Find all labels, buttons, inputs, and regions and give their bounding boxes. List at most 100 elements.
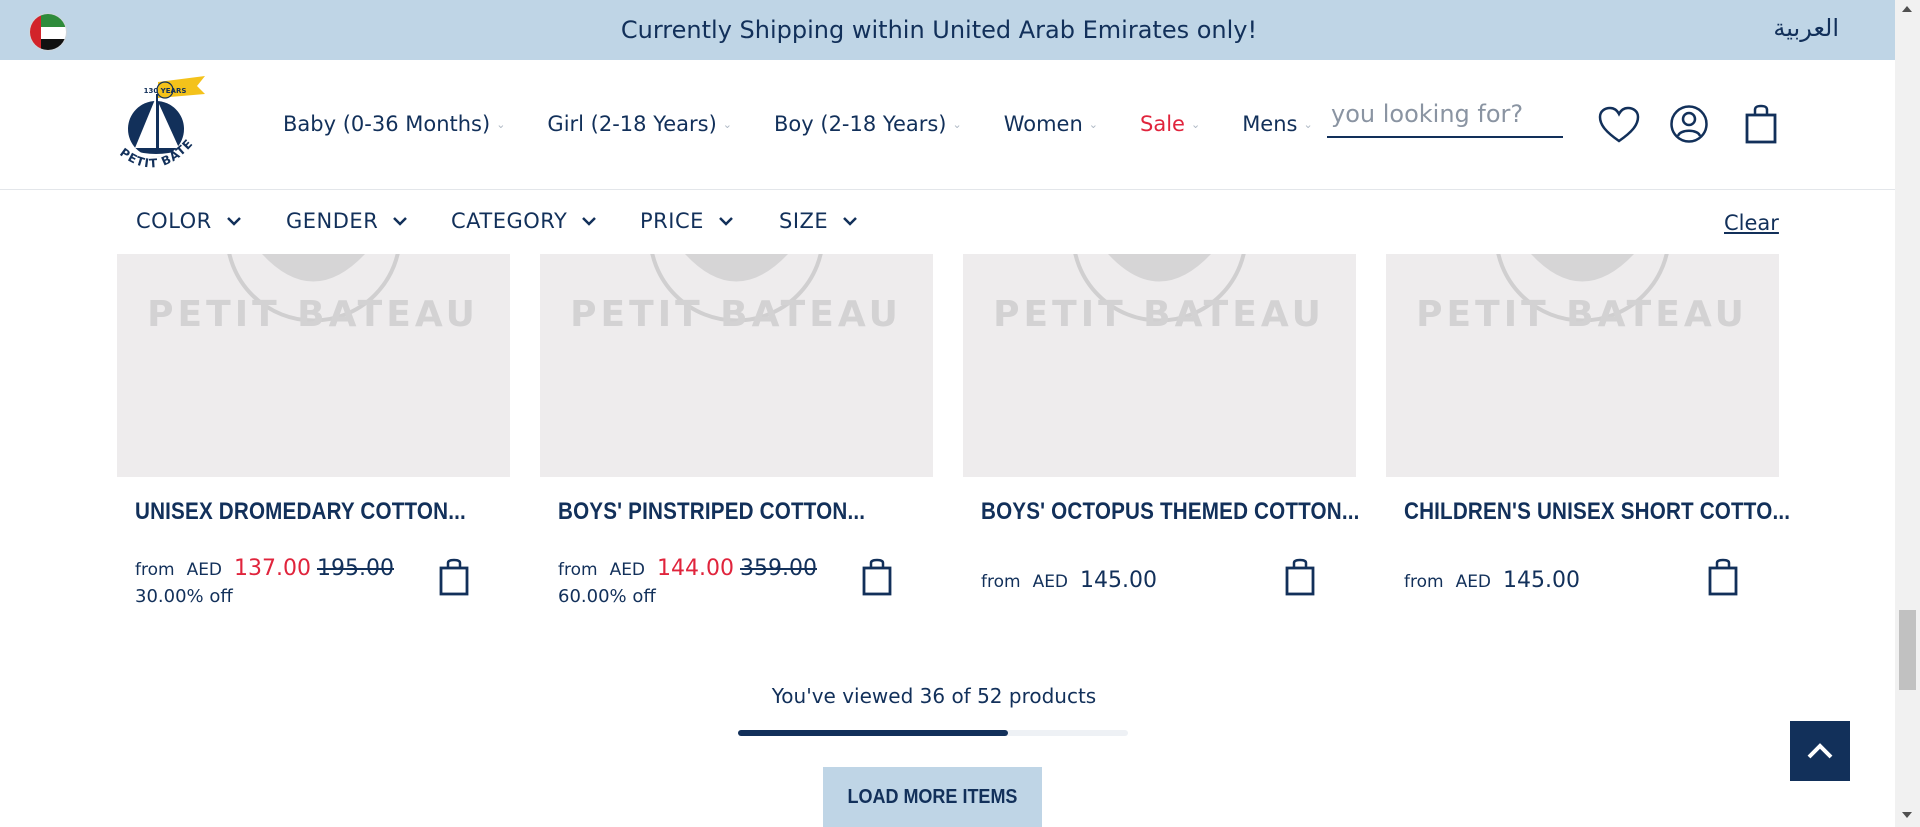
filter-label: SIZE (779, 209, 829, 233)
nav-item-women[interactable]: Women ⌄ (1004, 112, 1098, 136)
filter-size[interactable]: SIZE (779, 209, 858, 233)
product-image-placeholder[interactable]: PETIT BATEAU (1386, 254, 1779, 477)
account-icon[interactable] (1669, 104, 1709, 148)
scrollbar-thumb[interactable] (1899, 610, 1916, 690)
bag-icon (862, 558, 892, 596)
original-price: 359.00 (740, 556, 817, 581)
nav-item-label: Sale (1140, 112, 1185, 136)
product-card[interactable]: PETIT BATEAU BOYS' OCTOPUS THEMED COTTON… (963, 254, 1359, 596)
petit-bateau-watermark-icon: PETIT BATEAU (1416, 254, 1748, 335)
add-to-bag-button[interactable] (439, 558, 469, 600)
sale-price: 137.00 (234, 556, 312, 581)
regular-price: 145.00 (1503, 568, 1581, 593)
chevron-down-icon: ⌄ (1303, 117, 1313, 131)
regular-price: 145.00 (1080, 568, 1158, 593)
filter-label: COLOR (136, 209, 212, 233)
viewed-progress-bar (738, 730, 1128, 736)
viewed-count-text: You've viewed 36 of 52 products (771, 684, 1097, 708)
product-title[interactable]: BOYS' PINSTRIPED COTTON... (558, 498, 885, 526)
product-image-placeholder[interactable]: PETIT BATEAU (117, 254, 510, 477)
announcement-bar: Currently Shipping within United Arab Em… (0, 0, 1895, 60)
chevron-down-icon (582, 217, 597, 226)
svg-text:PETIT BATEAU: PETIT BATEAU (993, 294, 1325, 335)
nav-item-mens[interactable]: Mens ⌄ (1242, 112, 1313, 136)
chevron-down-icon: ⌄ (1190, 117, 1201, 131)
scroll-down-arrow-icon[interactable] (1902, 812, 1912, 818)
product-image-placeholder[interactable]: PETIT BATEAU (963, 254, 1356, 477)
nav-item-baby[interactable]: Baby (0-36 Months) ⌄ (283, 112, 505, 136)
nav-item-label: Baby (0-36 Months) (283, 112, 491, 136)
add-to-bag-button[interactable] (1285, 558, 1315, 600)
price-from-label: from (135, 560, 175, 580)
page-scrollbar[interactable] (1895, 0, 1920, 827)
product-price: from AED 145.00 (981, 568, 1157, 593)
filter-label: CATEGORY (451, 209, 568, 233)
filter-label: GENDER (286, 209, 379, 233)
svg-text:PETIT BATEAU: PETIT BATEAU (147, 294, 479, 335)
petit-bateau-watermark-icon: PETIT BATEAU (993, 254, 1325, 335)
product-card[interactable]: PETIT BATEAU UNISEX DROMEDARY COTTON... … (117, 254, 510, 607)
price-from-label: from (558, 560, 598, 580)
petit-bateau-watermark-icon: PETIT BATEAU (570, 254, 902, 335)
product-card[interactable]: PETIT BATEAU BOYS' PINSTRIPED COTTON... … (540, 254, 933, 607)
viewed-progress-fill (738, 730, 1008, 736)
scroll-up-arrow-icon[interactable] (1902, 6, 1912, 12)
load-more-button[interactable]: LOAD MORE ITEMS (823, 767, 1042, 827)
search-field (1327, 94, 1563, 138)
chevron-down-icon (226, 217, 241, 226)
svg-text:PETIT BATEAU: PETIT BATEAU (570, 294, 902, 335)
chevron-down-icon: ⌄ (722, 117, 733, 131)
petit-bateau-watermark-icon: PETIT BATEAU (147, 254, 479, 335)
nav-item-label: Women (1003, 112, 1083, 136)
heart-icon[interactable] (1598, 106, 1640, 148)
bag-icon[interactable] (1745, 104, 1777, 148)
add-to-bag-button[interactable] (1708, 558, 1738, 600)
product-card[interactable]: PETIT BATEAU CHILDREN'S UNISEX SHORT COT… (1386, 254, 1790, 596)
site-header: 130 YEARS PETIT BATEAU Baby (0-36 Months… (0, 60, 1895, 190)
bag-icon (1708, 558, 1738, 596)
petit-bateau-logo[interactable]: 130 YEARS PETIT BATEAU (108, 63, 213, 180)
filter-price[interactable]: PRICE (640, 209, 734, 233)
nav-item-boy[interactable]: Boy (2-18 Years) ⌄ (774, 112, 962, 136)
filter-gender[interactable]: GENDER (286, 209, 408, 233)
product-title[interactable]: BOYS' OCTOPUS THEMED COTTON... (981, 498, 1359, 526)
page: Currently Shipping within United Arab Em… (0, 0, 1920, 827)
chevron-down-icon: ⌄ (1088, 117, 1099, 131)
chevron-down-icon: ⌄ (952, 117, 962, 131)
nav-item-label: Boy (2-18 Years) (774, 112, 947, 136)
price-currency: AED (609, 560, 646, 580)
product-price: from AED 137.00 195.00 (135, 556, 394, 581)
chevron-up-icon (1807, 743, 1833, 759)
product-title[interactable]: UNISEX DROMEDARY COTTON... (135, 498, 466, 526)
chevron-down-icon: ⌄ (496, 117, 506, 131)
nav-item-sale[interactable]: Sale ⌄ (1140, 112, 1200, 136)
nav-item-girl[interactable]: Girl (2-18 Years) ⌄ (547, 112, 732, 136)
product-price: from AED 145.00 (1404, 568, 1580, 593)
search-input[interactable] (1327, 94, 1563, 134)
product-title[interactable]: CHILDREN'S UNISEX SHORT COTTO... (1404, 498, 1790, 526)
back-to-top-button[interactable] (1790, 721, 1850, 781)
discount-label: 60.00% off (558, 586, 656, 607)
bag-icon (1285, 558, 1315, 596)
load-more-label: LOAD MORE ITEMS (847, 785, 1018, 808)
price-currency: AED (1455, 572, 1492, 592)
price-currency: AED (186, 560, 223, 580)
main-nav: Baby (0-36 Months) ⌄ Girl (2-18 Years) ⌄ B… (283, 112, 1355, 136)
add-to-bag-button[interactable] (862, 558, 892, 600)
filter-bar: COLOR GENDER CATEGORY PRICE SIZE Clear (0, 191, 1895, 254)
product-image-placeholder[interactable]: PETIT BATEAU (540, 254, 933, 477)
nav-item-label: Mens (1242, 112, 1298, 136)
svg-text:PETIT BATEAU: PETIT BATEAU (1416, 294, 1748, 335)
filter-category[interactable]: CATEGORY (451, 209, 597, 233)
logo-flag-text: 130 YEARS (144, 87, 187, 95)
discount-label: 30.00% off (135, 586, 233, 607)
sale-price: 144.00 (657, 556, 735, 581)
filter-color[interactable]: COLOR (136, 209, 242, 233)
language-switch-link[interactable]: العربية (1773, 14, 1839, 42)
chevron-down-icon (393, 217, 408, 226)
price-currency: AED (1032, 572, 1069, 592)
bag-icon (439, 558, 469, 596)
clear-filters-link[interactable]: Clear (1724, 211, 1779, 235)
price-from-label: from (1404, 572, 1444, 592)
announcement-text: Currently Shipping within United Arab Em… (620, 16, 1258, 44)
